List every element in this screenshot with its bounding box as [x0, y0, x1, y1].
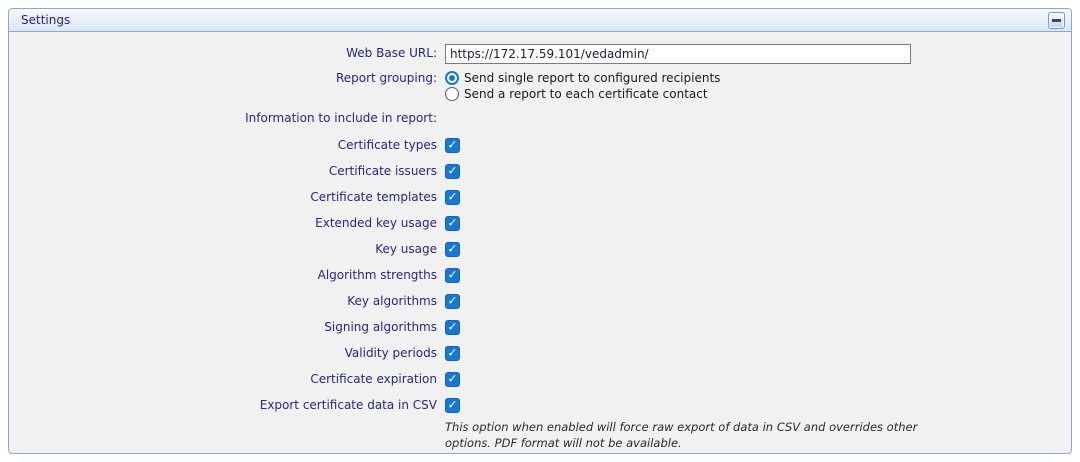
checkbox-label: Certificate types: [9, 138, 445, 152]
checkbox[interactable]: ✓: [445, 190, 460, 205]
checkbox[interactable]: ✓: [445, 138, 460, 153]
checkbox-row-certificate-issuers: Certificate issuers ✓: [9, 158, 1071, 184]
checkbox-row-validity-periods: Validity periods ✓: [9, 340, 1071, 366]
checkbox-row-key-usage: Key usage ✓: [9, 236, 1071, 262]
check-icon: ✓: [447, 165, 457, 177]
settings-panel: Settings Web Base URL: Report grouping: …: [8, 8, 1072, 454]
checkbox[interactable]: ✓: [445, 242, 460, 257]
checkbox-label: Certificate issuers: [9, 164, 445, 178]
radio-option-single-report[interactable]: Send single report to configured recipie…: [445, 70, 1071, 86]
csv-note-row: This option when enabled will force raw …: [9, 419, 1071, 451]
report-grouping-row: Report grouping: Send single report to c…: [9, 70, 1071, 102]
checkbox-label: Key algorithms: [9, 294, 445, 308]
checkbox[interactable]: ✓: [445, 346, 460, 361]
report-grouping-label: Report grouping:: [9, 70, 445, 85]
minus-icon: [1052, 19, 1061, 22]
check-icon: ✓: [447, 217, 457, 229]
check-icon: ✓: [447, 139, 457, 151]
checkbox[interactable]: ✓: [445, 398, 460, 413]
csv-note-text: This option when enabled will force raw …: [445, 419, 950, 451]
checkbox-row-signing-algorithms: Signing algorithms ✓: [9, 314, 1071, 340]
check-icon: ✓: [447, 269, 457, 281]
checkbox-label: Certificate expiration: [9, 372, 445, 386]
check-icon: ✓: [447, 399, 457, 411]
radio-button-unselected[interactable]: [445, 87, 459, 101]
checkbox[interactable]: ✓: [445, 294, 460, 309]
radio-option-label: Send single report to configured recipie…: [464, 71, 720, 85]
checkbox-label: Algorithm strengths: [9, 268, 445, 282]
check-icon: ✓: [447, 295, 457, 307]
check-icon: ✓: [447, 243, 457, 255]
checkbox-row-key-algorithms: Key algorithms ✓: [9, 288, 1071, 314]
checkbox[interactable]: ✓: [445, 372, 460, 387]
checkbox-row-export-csv: Export certificate data in CSV ✓: [9, 392, 1071, 418]
check-icon: ✓: [447, 321, 457, 333]
check-icon: ✓: [447, 373, 457, 385]
checkbox-row-certificate-templates: Certificate templates ✓: [9, 184, 1071, 210]
checkbox[interactable]: ✓: [445, 268, 460, 283]
checkbox-label: Export certificate data in CSV: [9, 398, 445, 412]
include-section-row: Information to include in report:: [9, 110, 1071, 126]
radio-button-selected[interactable]: [445, 71, 459, 85]
collapse-button[interactable]: [1048, 12, 1065, 29]
checkbox-row-certificate-expiration: Certificate expiration ✓: [9, 366, 1071, 392]
panel-title: Settings: [21, 13, 1048, 27]
checkbox-row-extended-key-usage: Extended key usage ✓: [9, 210, 1071, 236]
checkbox-label: Extended key usage: [9, 216, 445, 230]
web-base-url-input[interactable]: [445, 44, 911, 64]
checkbox-label: Key usage: [9, 242, 445, 256]
web-base-url-row: Web Base URL:: [9, 42, 1071, 64]
checkbox[interactable]: ✓: [445, 216, 460, 231]
checkbox-label: Validity periods: [9, 346, 445, 360]
checkbox-row-algorithm-strengths: Algorithm strengths ✓: [9, 262, 1071, 288]
panel-header: Settings: [9, 9, 1071, 32]
panel-body: Web Base URL: Report grouping: Send sing…: [9, 32, 1071, 451]
check-icon: ✓: [447, 191, 457, 203]
radio-option-label: Send a report to each certificate contac…: [464, 87, 708, 101]
checkbox-row-certificate-types: Certificate types ✓: [9, 132, 1071, 158]
checkbox[interactable]: ✓: [445, 320, 460, 335]
check-icon: ✓: [447, 347, 457, 359]
checkbox-label: Signing algorithms: [9, 320, 445, 334]
include-section-label: Information to include in report:: [9, 111, 445, 125]
radio-option-per-contact[interactable]: Send a report to each certificate contac…: [445, 86, 1071, 102]
web-base-url-label: Web Base URL:: [9, 46, 445, 60]
checkbox[interactable]: ✓: [445, 164, 460, 179]
checkbox-label: Certificate templates: [9, 190, 445, 204]
